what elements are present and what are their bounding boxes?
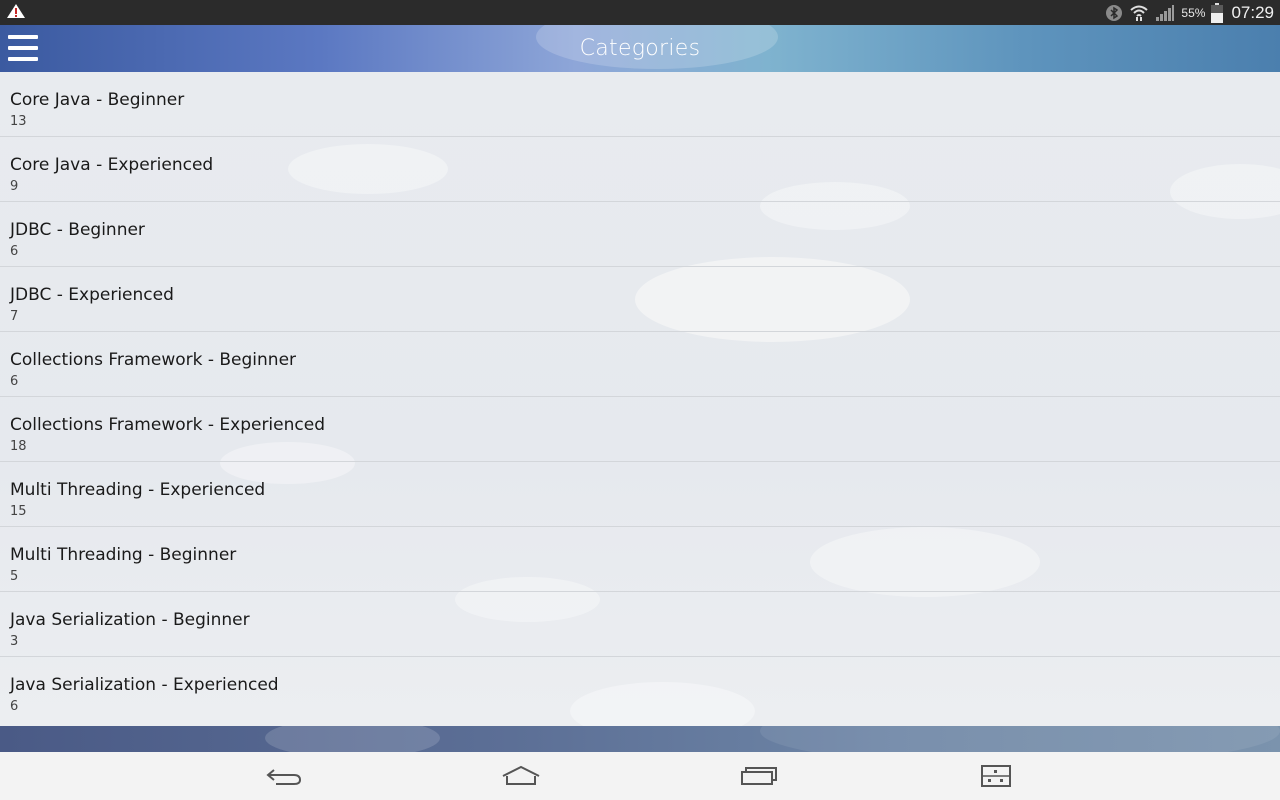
category-name: Java Serialization - Experienced <box>10 675 279 695</box>
warning-icon <box>6 3 26 23</box>
back-icon[interactable] <box>262 762 306 790</box>
list-item[interactable]: Core Java - Experienced 9 <box>0 137 1280 202</box>
category-count: 15 <box>10 504 27 519</box>
category-count: 9 <box>10 179 19 194</box>
category-count: 18 <box>10 439 27 454</box>
signal-icon <box>1155 4 1175 22</box>
band-bokeh <box>760 726 1280 752</box>
battery-percent: 55% <box>1181 5 1206 20</box>
list-item[interactable]: Collections Framework - Experienced 18 <box>0 397 1280 462</box>
category-count: 5 <box>10 569 19 584</box>
status-left <box>6 3 26 23</box>
category-name: Core Java - Experienced <box>10 155 214 175</box>
category-list: Core Java - Beginner 13 Core Java - Expe… <box>0 72 1280 726</box>
action-bar: Categories <box>0 25 1280 72</box>
list-item[interactable]: Java Serialization - Experienced 6 <box>0 657 1280 722</box>
recent-apps-icon[interactable] <box>736 762 780 790</box>
list-item[interactable]: Java Serialization - Beginner 3 <box>0 592 1280 657</box>
category-name: JDBC - Experienced <box>10 285 174 305</box>
bluetooth-icon <box>1105 4 1123 22</box>
list-item[interactable]: Multi Threading - Experienced 15 <box>0 462 1280 527</box>
battery-icon <box>1211 2 1224 23</box>
status-bar: 55% 07:29 <box>0 0 1280 25</box>
category-count: 6 <box>10 244 19 259</box>
page-title: Categories <box>579 36 701 61</box>
category-name: Core Java - Beginner <box>10 90 185 110</box>
navigation-bar <box>0 752 1280 800</box>
category-name: Multi Threading - Beginner <box>10 545 237 565</box>
band-bokeh <box>265 726 440 752</box>
category-count: 13 <box>10 114 27 129</box>
category-name: Collections Framework - Beginner <box>10 350 297 370</box>
category-count: 7 <box>10 309 19 324</box>
list-item[interactable]: Core Java - Beginner 13 <box>0 72 1280 137</box>
list-item[interactable]: Multi Threading - Beginner 5 <box>0 527 1280 592</box>
wifi-icon <box>1129 4 1149 22</box>
category-name: JDBC - Beginner <box>10 220 145 240</box>
category-count: 6 <box>10 699 19 714</box>
category-name: Java Serialization - Beginner <box>10 610 250 630</box>
list-item[interactable]: JDBC - Beginner 6 <box>0 202 1280 267</box>
status-right: 55% 07:29 <box>1105 2 1274 23</box>
list-item[interactable]: JDBC - Experienced 7 <box>0 267 1280 332</box>
category-name: Multi Threading - Experienced <box>10 480 266 500</box>
list-item[interactable]: Collections Framework - Beginner 6 <box>0 332 1280 397</box>
category-count: 3 <box>10 634 19 649</box>
category-count: 6 <box>10 374 19 389</box>
clock: 07:29 <box>1231 2 1274 22</box>
screenshot-icon[interactable] <box>973 762 1017 790</box>
background-band <box>0 726 1280 752</box>
category-name: Collections Framework - Experienced <box>10 415 325 435</box>
home-icon[interactable] <box>499 762 543 790</box>
